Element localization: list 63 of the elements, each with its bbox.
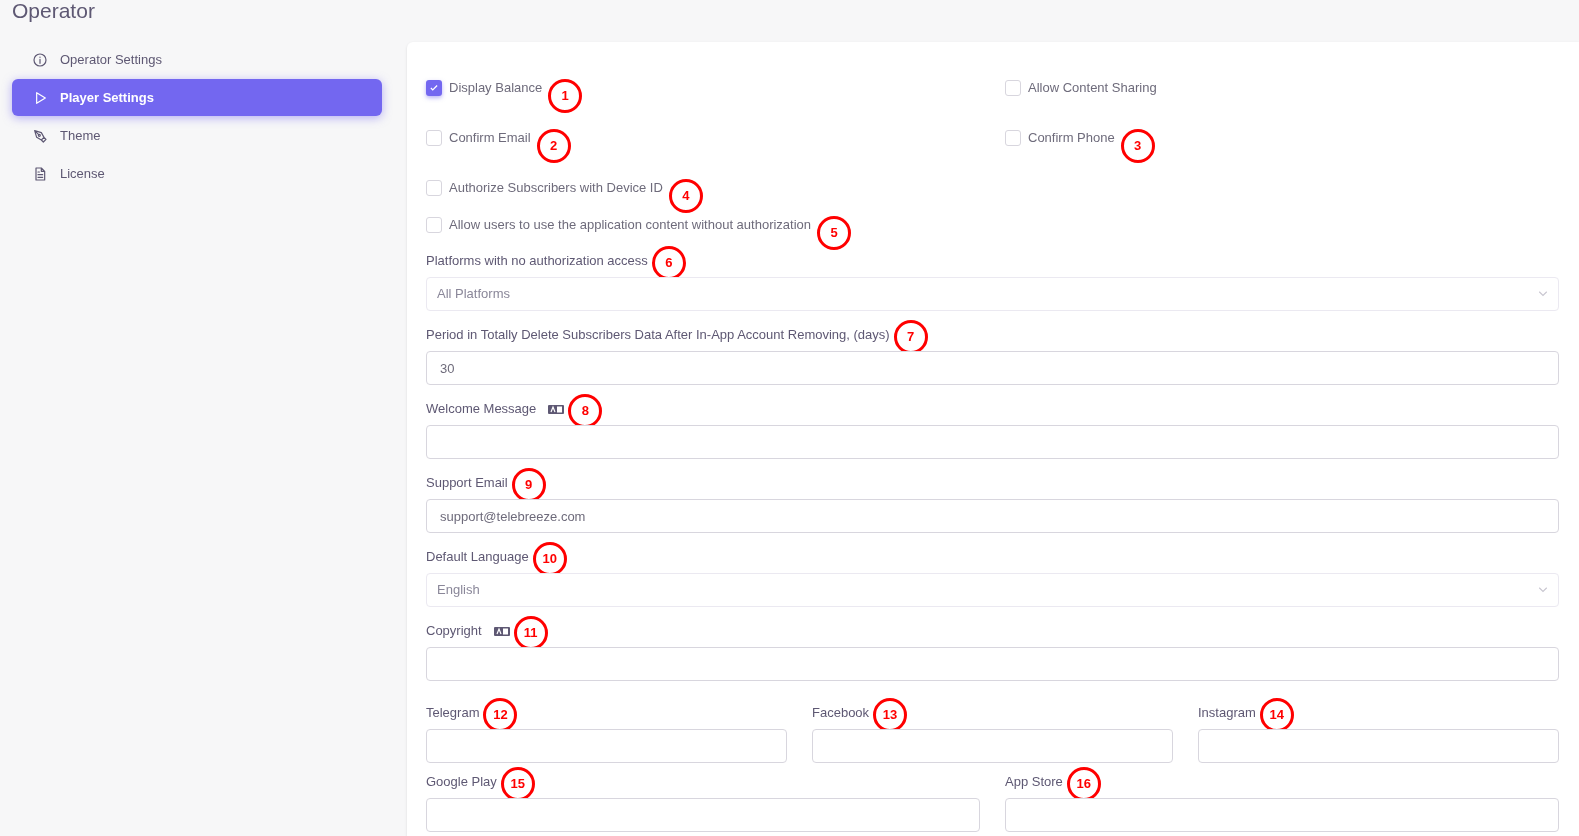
- callout-marker: 3: [1120, 129, 1155, 163]
- text-field[interactable]: [1198, 729, 1559, 763]
- callout-marker: 2: [536, 129, 571, 163]
- field-label: Period in Totally Delete Subscribers Data After In-App Account Removing, (days): [426, 325, 890, 344]
- callout-marker: 12: [483, 698, 518, 732]
- checkbox-label: Allow users to use the application content without authorization: [449, 216, 812, 235]
- dropdown[interactable]: All Platforms: [426, 277, 1559, 311]
- checkbox-label: Authorize Subscribers with Device ID: [449, 179, 663, 198]
- dropdown[interactable]: English: [426, 573, 1559, 607]
- field-label: Support Email: [426, 473, 508, 492]
- checkbox-label: Allow Content Sharing: [1028, 79, 1157, 98]
- checkbox-label: Confirm Email: [449, 129, 531, 148]
- sidebar-item[interactable]: Theme: [12, 117, 382, 154]
- text-field[interactable]: [426, 798, 980, 832]
- chevron-down-icon: [1538, 291, 1548, 297]
- sidebar-item[interactable]: Player Settings: [12, 79, 382, 116]
- field-label: Platforms with no authorization access: [426, 251, 648, 270]
- callout-marker: 16: [1066, 767, 1101, 801]
- checkbox-label: Display Balance: [449, 79, 543, 98]
- callout-marker: 5: [817, 216, 852, 250]
- field-label: Google Play: [426, 772, 497, 791]
- translate-icon[interactable]: [493, 627, 510, 636]
- callout-marker: 13: [873, 698, 908, 732]
- checkbox[interactable]: [1005, 130, 1021, 146]
- text-field[interactable]: [426, 647, 1559, 681]
- checkbox-label: Confirm Phone: [1028, 129, 1115, 148]
- text-field[interactable]: support@telebreeze.com: [426, 499, 1559, 533]
- field-label: Facebook: [812, 703, 870, 722]
- checkmark-icon: [429, 83, 439, 93]
- field-label: App Store: [1005, 772, 1063, 791]
- callout-marker: 10: [532, 542, 567, 576]
- callout-marker: 6: [651, 246, 686, 280]
- checkbox[interactable]: [426, 180, 442, 196]
- text-field[interactable]: [812, 729, 1173, 763]
- field-label: Telegram: [426, 703, 480, 722]
- text-field[interactable]: [426, 729, 787, 763]
- checkbox[interactable]: [426, 80, 442, 96]
- text-field[interactable]: [1005, 798, 1559, 832]
- checkbox[interactable]: [426, 130, 442, 146]
- callout-marker: 14: [1259, 698, 1294, 732]
- info-icon: [32, 51, 48, 68]
- callout-marker: 9: [511, 468, 546, 502]
- callout-marker: 15: [500, 767, 535, 801]
- callout-marker: 11: [513, 616, 548, 650]
- text-field[interactable]: 30: [426, 351, 1559, 385]
- chevron-down-icon: [1538, 587, 1548, 593]
- page-title: Operator: [11, 0, 96, 24]
- callout-marker: 8: [568, 394, 603, 428]
- field-label: Copyright: [426, 621, 482, 640]
- callout-marker: 1: [548, 79, 583, 113]
- text-field[interactable]: [426, 425, 1559, 459]
- pen-nib-icon: [32, 127, 48, 144]
- checkbox[interactable]: [1005, 80, 1021, 96]
- translate-icon[interactable]: [548, 405, 565, 414]
- document-icon: [32, 165, 48, 182]
- checkbox[interactable]: [426, 217, 442, 233]
- sidebar-item[interactable]: Operator Settings: [12, 41, 382, 78]
- sidebar-item[interactable]: License: [12, 155, 382, 192]
- field-label: Default Language: [426, 547, 529, 566]
- field-label: Welcome Message: [426, 399, 537, 418]
- callout-marker: 4: [668, 179, 703, 213]
- callout-marker: 7: [893, 320, 928, 354]
- field-label: Instagram: [1198, 703, 1256, 722]
